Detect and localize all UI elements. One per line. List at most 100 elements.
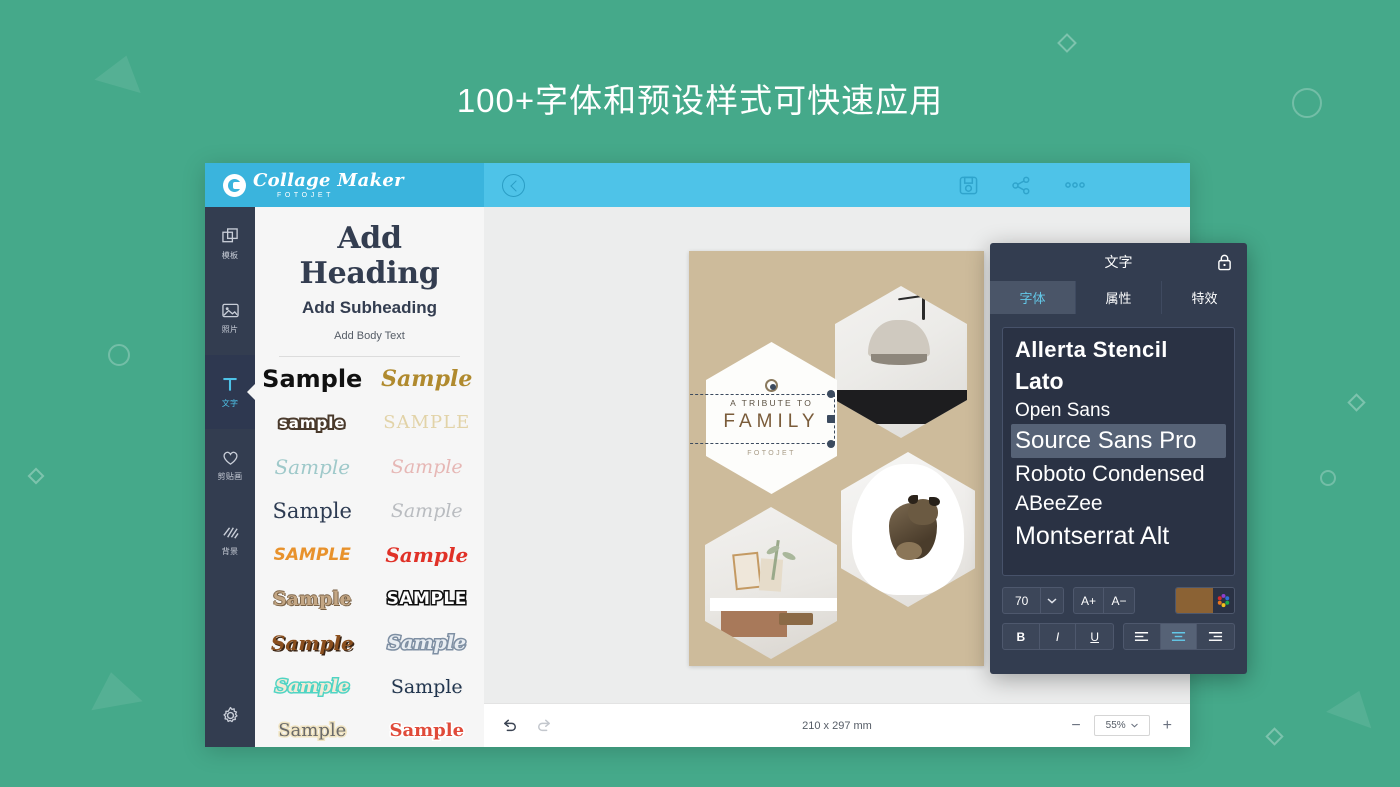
selection-handle-tr[interactable]: [827, 390, 835, 398]
sample-label: Sample: [272, 498, 352, 523]
align-right-button[interactable]: [1197, 624, 1234, 649]
deco-circle-1: [108, 344, 130, 366]
sample-label: Sample: [270, 631, 354, 655]
selection-handle-br[interactable]: [827, 440, 835, 448]
save-icon[interactable]: [959, 176, 978, 195]
sidebar-item-background[interactable]: 背景: [205, 503, 255, 577]
undo-icon[interactable]: [502, 719, 518, 733]
list-item[interactable]: Sample: [255, 357, 370, 401]
text-align-group: [1123, 623, 1235, 650]
photo-hexagon-cat[interactable]: [841, 452, 975, 607]
list-item[interactable]: Sample: [255, 621, 370, 665]
photo-hexagon-lamp[interactable]: [835, 286, 967, 438]
font-panel: 文字 字体 属性 特效 Allerta Stencil Lato Open Sa…: [990, 243, 1247, 674]
brand-sub: FOTOJET: [277, 191, 334, 199]
list-item[interactable]: Allerta Stencil: [1011, 334, 1226, 365]
deco-diamond-3: [1265, 727, 1284, 746]
tab-properties[interactable]: 属性: [1076, 281, 1162, 314]
list-item[interactable]: Sample: [255, 489, 370, 533]
deco-circle-3: [1320, 470, 1336, 486]
sample-label: SAMPLE: [383, 412, 471, 433]
sample-label: SAMPLE: [385, 588, 468, 609]
sidebar-item-templates[interactable]: 模板: [205, 207, 255, 281]
list-item[interactable]: Roboto Condensed: [1011, 458, 1226, 489]
photo-hexagon-desk[interactable]: [705, 507, 837, 659]
font-list[interactable]: Allerta Stencil Lato Open Sans Source Sa…: [1002, 327, 1235, 576]
status-bar: 210 x 297 mm − 55% +: [484, 703, 1190, 747]
back-arrow-icon[interactable]: [502, 173, 525, 197]
clipart-icon: [222, 451, 238, 465]
sidebar-item-label: 文字: [221, 398, 239, 408]
list-item[interactable]: Sample: [370, 621, 485, 665]
sample-label: Sample: [273, 676, 351, 697]
font-size-value: 70: [1015, 593, 1029, 608]
gear-icon: [222, 706, 238, 723]
list-item[interactable]: Sample: [255, 577, 370, 621]
bold-button[interactable]: B: [1003, 624, 1040, 649]
selection-handle-mr[interactable]: [827, 415, 835, 423]
chevron-down-icon: [1130, 723, 1138, 728]
lock-icon[interactable]: [1217, 254, 1232, 271]
text-style-samples: Sample Sample sample SAMPLE Sample Sampl…: [255, 357, 484, 747]
zoom-level-select[interactable]: 55%: [1093, 715, 1150, 736]
list-item[interactable]: Lato: [1011, 365, 1226, 397]
list-item[interactable]: sample: [255, 401, 370, 445]
share-icon[interactable]: [1011, 176, 1031, 195]
align-left-button[interactable]: [1124, 624, 1161, 649]
settings-button[interactable]: [205, 706, 255, 725]
canvas-title-line3: FOTOJET: [747, 450, 796, 457]
tab-effects[interactable]: 特效: [1162, 281, 1247, 314]
redo-icon[interactable]: [536, 719, 552, 733]
list-item-selected[interactable]: Source Sans Pro: [1011, 424, 1226, 459]
sample-label: Sample: [385, 543, 469, 567]
list-item[interactable]: SAMPLE: [255, 533, 370, 577]
list-item[interactable]: Sample: [370, 709, 485, 747]
list-item[interactable]: Sample: [370, 665, 485, 709]
list-item[interactable]: SAMPLE: [370, 401, 485, 445]
add-body-text-button[interactable]: Add Body Text: [275, 330, 464, 342]
decrease-font-button[interactable]: A−: [1104, 588, 1134, 613]
font-size-select[interactable]: 70: [1002, 587, 1064, 614]
sample-label: Sample: [381, 366, 473, 392]
sidebar-item-text[interactable]: 文字: [205, 355, 255, 429]
sidebar-item-clipart[interactable]: 剪贴画: [205, 429, 255, 503]
chevron-down-icon: [1040, 588, 1063, 613]
list-item[interactable]: SAMPLE: [370, 577, 485, 621]
sample-label: Sample: [386, 631, 468, 654]
list-item[interactable]: Montserrat Alt: [1011, 519, 1226, 554]
templates-icon: [221, 227, 238, 242]
zoom-in-button[interactable]: +: [1163, 717, 1172, 734]
font-panel-tabs: 字体 属性 特效: [990, 281, 1247, 314]
more-icon[interactable]: [1064, 181, 1086, 189]
photos-icon: [221, 303, 239, 317]
list-item[interactable]: ABeeZee: [1011, 489, 1226, 519]
deco-diamond-2: [1347, 393, 1366, 412]
sample-label: Sample: [262, 365, 363, 393]
list-item[interactable]: Sample: [370, 489, 485, 533]
italic-button[interactable]: I: [1040, 624, 1077, 649]
list-item[interactable]: Sample: [255, 665, 370, 709]
zoom-out-button[interactable]: −: [1071, 717, 1080, 734]
list-item[interactable]: Sample: [370, 357, 485, 401]
list-item[interactable]: Sample: [255, 445, 370, 489]
align-center-button[interactable]: [1160, 624, 1198, 649]
sidebar-item-photos[interactable]: 照片: [205, 281, 255, 355]
tab-font[interactable]: 字体: [990, 281, 1076, 314]
add-heading-button[interactable]: Add Heading: [275, 221, 464, 291]
color-wheel-icon[interactable]: [1213, 588, 1234, 613]
deco-diamond-1: [1057, 33, 1077, 53]
list-item[interactable]: Sample: [370, 445, 485, 489]
zoom-level-value: 55%: [1105, 720, 1126, 731]
list-item[interactable]: Open Sans: [1011, 397, 1226, 424]
list-item[interactable]: Sample: [370, 533, 485, 577]
page-headline: 100+字体和预设样式可快速应用: [456, 82, 944, 119]
list-item[interactable]: Sample: [255, 709, 370, 747]
add-subheading-button[interactable]: Add Subheading: [275, 298, 464, 318]
font-color-picker[interactable]: [1175, 587, 1235, 614]
increase-font-button[interactable]: A+: [1074, 588, 1104, 613]
design-canvas[interactable]: A TRIBUTE TO FAMILY FOTOJET: [689, 251, 984, 666]
brand-bar: Collage Maker FOTOJET: [205, 163, 484, 207]
underline-button[interactable]: U: [1076, 624, 1113, 649]
background-icon: [222, 526, 239, 539]
color-swatch[interactable]: [1176, 588, 1213, 613]
